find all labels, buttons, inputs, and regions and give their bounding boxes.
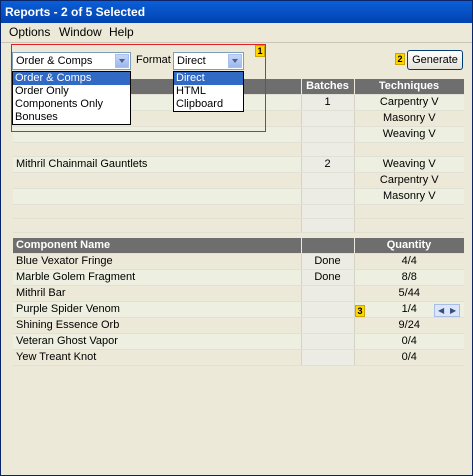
order-batches — [300, 172, 355, 189]
orders-header-techniques[interactable]: Techniques — [354, 79, 465, 95]
order-name: Mithril Chainmail Gauntlets — [13, 156, 301, 173]
component-quantity: 8/8 — [354, 269, 464, 286]
order-technique: Carpentry V — [354, 94, 464, 111]
window-title: Reports - 2 of 5 Selected — [5, 5, 146, 19]
report-type-dropdown: Order & Comps Order Only Components Only… — [12, 71, 131, 125]
order-technique: Masonry V — [354, 110, 464, 127]
component-status — [300, 317, 355, 334]
order-technique — [354, 142, 464, 157]
format-option[interactable]: HTML — [174, 85, 243, 98]
component-row[interactable]: Shining Essence Orb 9/24 — [13, 317, 464, 334]
order-row[interactable] — [13, 218, 464, 233]
order-batches: 1 — [300, 94, 355, 111]
annotation-badge-1: 1 — [255, 45, 265, 57]
order-name — [13, 218, 301, 233]
order-batches: 2 — [300, 156, 355, 173]
order-batches — [300, 218, 355, 233]
reports-window: Reports - 2 of 5 Selected Options Window… — [0, 0, 473, 476]
content-panel: Batches Techniques uard1Carpentry VMason… — [4, 43, 469, 472]
order-row[interactable]: Carpentry V — [13, 172, 464, 189]
components-header-name[interactable]: Component Name — [13, 238, 302, 254]
format-label: Format — [136, 54, 171, 66]
order-name — [13, 188, 301, 205]
component-row[interactable]: Veteran Ghost Vapor 0/4 — [13, 333, 464, 350]
menu-bar: Options Window Help — [1, 23, 472, 43]
annotation-badge-2: 2 — [395, 53, 405, 65]
component-status: Done — [300, 253, 355, 270]
component-row[interactable]: Mithril Bar 5/44 — [13, 285, 464, 302]
component-quantity: 0/4 — [354, 333, 464, 350]
order-technique: Weaving V — [354, 156, 464, 173]
format-select[interactable]: Direct — [173, 52, 244, 70]
order-row[interactable] — [13, 204, 464, 219]
components-header-row: Component Name Quantity — [13, 238, 465, 254]
order-technique: Masonry V — [354, 188, 464, 205]
orders-header-batches[interactable]: Batches — [301, 79, 355, 95]
report-type-select[interactable]: Order & Comps — [12, 52, 131, 70]
order-row[interactable]: Mithril Chainmail Gauntlets 2 Weaving V — [13, 156, 464, 173]
component-name: Mithril Bar — [13, 285, 301, 302]
component-row[interactable]: Purple Spider Venom 1/4 — [13, 301, 464, 318]
component-row[interactable]: Blue Vexator Fringe Done 4/4 — [13, 253, 464, 270]
component-status — [300, 285, 355, 302]
order-batches — [300, 110, 355, 127]
order-batches — [300, 126, 355, 143]
report-type-option[interactable]: Order & Comps — [13, 72, 130, 85]
format-dropdown: Direct HTML Clipboard — [173, 71, 244, 112]
menu-window[interactable]: Window — [59, 25, 102, 39]
order-technique: Carpentry V — [354, 172, 464, 189]
order-technique — [354, 218, 464, 233]
menu-help[interactable]: Help — [109, 25, 134, 39]
arrow-right-icon[interactable]: ▶ — [450, 305, 456, 316]
order-technique — [354, 204, 464, 219]
title-bar[interactable]: Reports - 2 of 5 Selected — [1, 1, 472, 23]
annotation-badge-3: 3 — [355, 305, 365, 317]
quantity-spinner[interactable]: ◀ ▶ — [434, 304, 460, 317]
component-name: Yew Treant Knot — [13, 349, 301, 366]
chevron-down-icon[interactable] — [115, 54, 129, 68]
report-type-option[interactable]: Components Only — [13, 98, 130, 111]
order-technique: Weaving V — [354, 126, 464, 143]
components-header-quantity[interactable]: Quantity — [354, 238, 465, 254]
component-status — [300, 333, 355, 350]
order-batches — [300, 204, 355, 219]
component-quantity: 9/24 — [354, 317, 464, 334]
component-quantity: 5/44 — [354, 285, 464, 302]
order-row[interactable] — [13, 142, 464, 157]
component-quantity: 4/4 — [354, 253, 464, 270]
order-row[interactable]: Masonry V — [13, 188, 464, 205]
component-status — [300, 301, 355, 318]
report-type-value: Order & Comps — [16, 55, 93, 67]
report-type-option[interactable]: Order Only — [13, 85, 130, 98]
component-row[interactable]: Marble Golem Fragment Done 8/8 — [13, 269, 464, 286]
format-option[interactable]: Direct — [174, 72, 243, 85]
component-name: Purple Spider Venom — [13, 301, 301, 318]
component-quantity: 0/4 — [354, 349, 464, 366]
component-status — [300, 349, 355, 366]
format-value: Direct — [177, 55, 206, 67]
component-row[interactable]: Yew Treant Knot 0/4 — [13, 349, 464, 366]
order-batches — [300, 142, 355, 157]
order-name — [13, 172, 301, 189]
arrow-left-icon[interactable]: ◀ — [438, 305, 444, 316]
order-name — [13, 142, 301, 157]
format-option[interactable]: Clipboard — [174, 98, 243, 111]
component-name: Shining Essence Orb — [13, 317, 301, 334]
report-type-option[interactable]: Bonuses — [13, 111, 130, 124]
component-status: Done — [300, 269, 355, 286]
generate-button[interactable]: Generate — [407, 50, 463, 70]
component-name: Veteran Ghost Vapor — [13, 333, 301, 350]
components-header-status[interactable] — [301, 238, 355, 254]
order-name — [13, 204, 301, 219]
order-batches — [300, 188, 355, 205]
menu-options[interactable]: Options — [9, 25, 50, 39]
component-name: Marble Golem Fragment — [13, 269, 301, 286]
chevron-down-icon[interactable] — [228, 54, 242, 68]
components-table: Component Name Quantity Blue Vexator Fri… — [13, 238, 465, 366]
component-name: Blue Vexator Fringe — [13, 253, 301, 270]
